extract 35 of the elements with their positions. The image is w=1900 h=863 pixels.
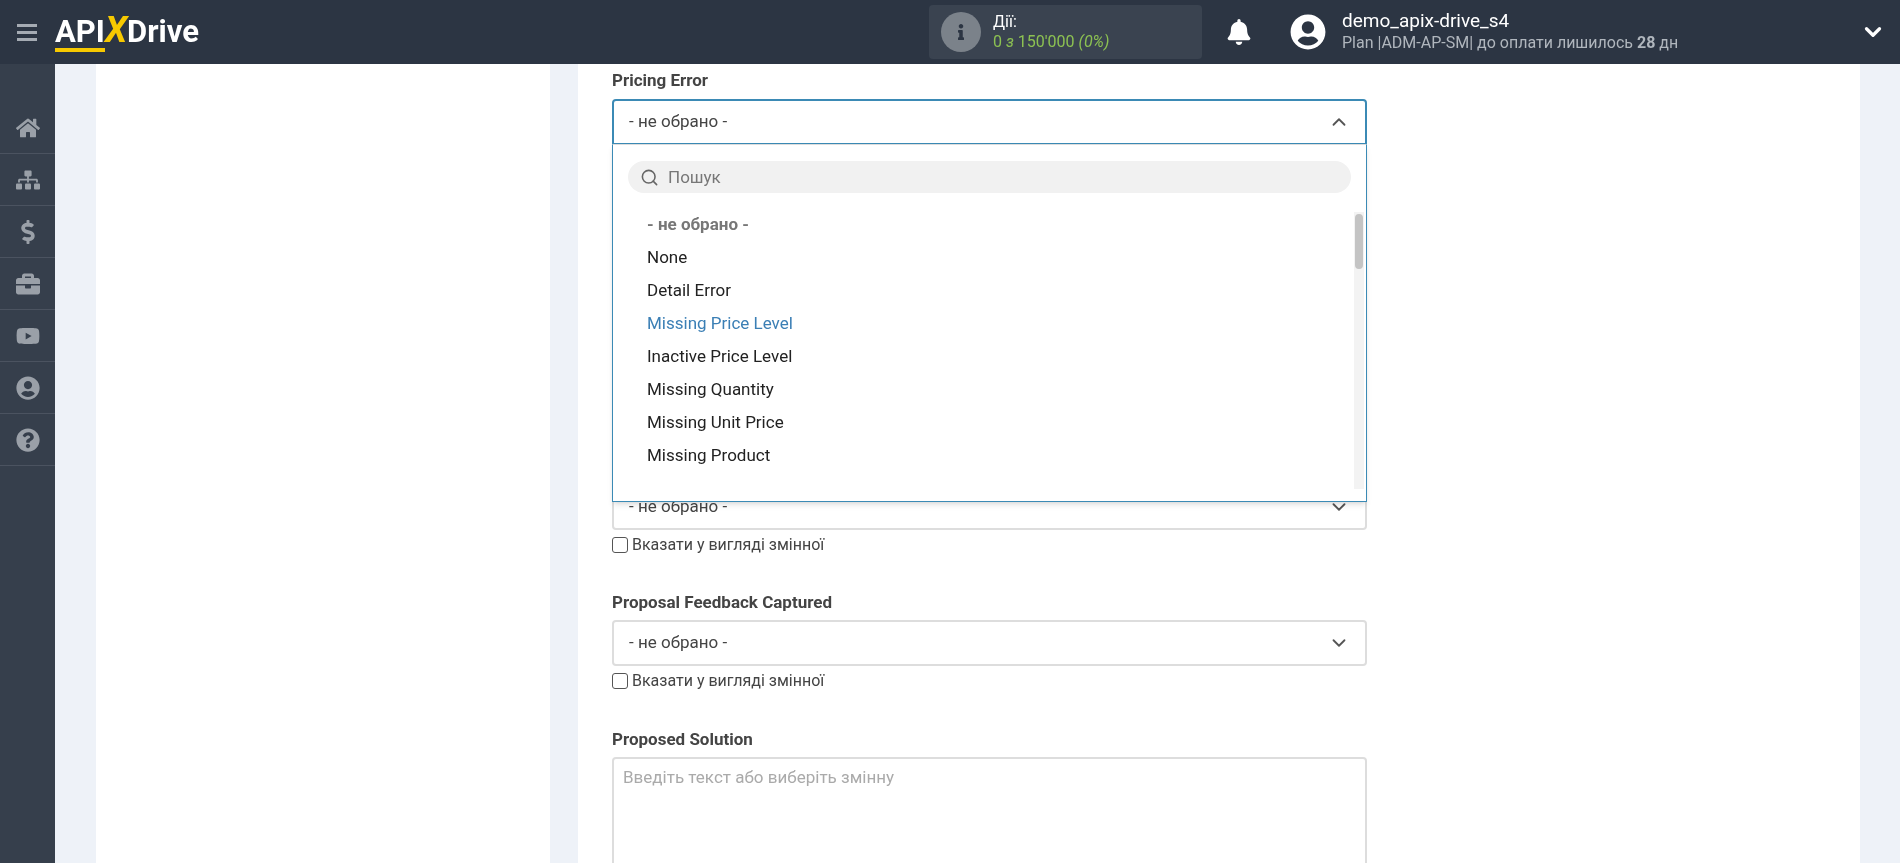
dropdown-option[interactable]: Missing Price Level — [613, 307, 1366, 340]
scrollbar-thumb[interactable] — [1355, 214, 1363, 269]
select-field[interactable]: - не обрано - — [612, 620, 1367, 666]
select-field[interactable]: - не обрано - — [612, 99, 1367, 145]
dropdown-option[interactable]: None — [613, 241, 1366, 274]
dropdown-option[interactable]: Missing Product — [613, 439, 1366, 472]
checkbox[interactable] — [612, 537, 628, 553]
actions-count: 0 з 150'000 (0%) — [993, 32, 1110, 52]
actions-label: Дії: — [993, 12, 1018, 32]
dropdown-option[interactable]: Inactive Price Level — [613, 340, 1366, 373]
dropdown-option[interactable]: Missing Quantity — [613, 373, 1366, 406]
briefcase-icon[interactable] — [15, 271, 40, 296]
dropdown-option[interactable]: Missing Unit Price — [613, 406, 1366, 439]
checkbox[interactable] — [612, 673, 628, 689]
search-icon — [640, 168, 659, 187]
logo-text: API — [55, 16, 105, 52]
dropdown-option[interactable]: - не обрано - — [613, 208, 1366, 241]
user-icon[interactable] — [15, 375, 40, 400]
user-name[interactable]: demo_apix-drive_s4 — [1342, 10, 1679, 32]
search-field[interactable]: Пошук — [628, 161, 1351, 193]
help-icon[interactable] — [15, 427, 40, 452]
avatar-icon[interactable] — [1290, 14, 1326, 50]
field-label: Pricing Error — [612, 69, 710, 90]
checkbox-label: Вказати у вигляді змінної — [632, 670, 825, 692]
field-label: Proposal Feedback Captured — [612, 591, 834, 612]
info-icon — [941, 12, 981, 52]
dropdown-option[interactable]: Detail Error — [613, 274, 1366, 307]
sitemap-icon[interactable] — [15, 167, 40, 192]
checkbox-label: Вказати у вигляді змінної — [632, 534, 825, 556]
bell-icon[interactable] — [1226, 19, 1252, 45]
field-label: Proposed Solution — [612, 728, 754, 749]
plan-text: Plan |ADM-AP-SM| до оплати лишилось 28 дн — [1342, 32, 1679, 54]
logo-mark: X — [104, 12, 128, 52]
menu-icon[interactable] — [17, 23, 37, 41]
text-area[interactable]: Введіть текст або виберіть змінну — [612, 757, 1367, 863]
